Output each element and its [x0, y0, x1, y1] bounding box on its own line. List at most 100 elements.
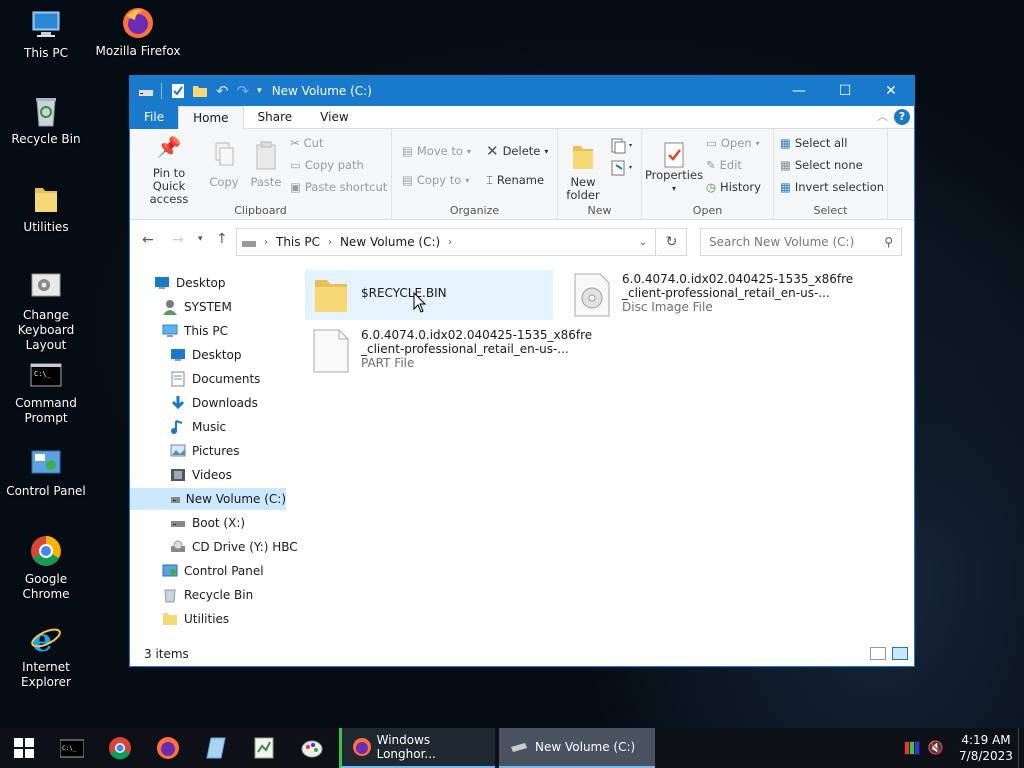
copy-button[interactable]: Copy [204, 141, 244, 189]
redo-icon[interactable]: ↷ [237, 82, 250, 100]
select-none-icon: ▦ [780, 158, 791, 172]
task-explorer-window[interactable]: New Volume (C:) [499, 728, 655, 768]
nav-item-utilities[interactable]: Utilities [162, 608, 229, 630]
keyboard-layout-icon [29, 270, 63, 304]
search-input[interactable]: Search New Volume (C:) [709, 235, 854, 249]
taskbar-chrome[interactable] [96, 728, 144, 768]
open-group: Properties ▾ ▭ Open ▾ ✎ Edit ◷ History Open [642, 129, 774, 220]
history-button[interactable]: ◷ History [706, 177, 761, 197]
title-bar[interactable]: ↶ ↷ ▾ New Volume (C:) — ☐ ✕ [130, 76, 914, 106]
address-bar[interactable]: › This PC › New Volume (C:) › ⌄ [236, 228, 656, 256]
collapse-ribbon-icon[interactable]: ︿ [877, 108, 888, 124]
back-button[interactable]: ← [142, 232, 154, 248]
details-view-button[interactable] [870, 647, 886, 660]
paste-button[interactable]: Paste [246, 141, 286, 189]
nav-item-this-pc[interactable]: This PC [162, 320, 228, 342]
desktop-icon-control-panel[interactable]: Control Panel [0, 446, 92, 499]
nav-item-cd-drive[interactable]: CD Drive (Y:) HBC [170, 536, 298, 558]
desktop-icon-keyboard-layout[interactable]: Change Keyboard Layout [0, 270, 92, 353]
nav-item-recycle-bin[interactable]: Recycle Bin [162, 584, 253, 606]
copy-to-icon: ▤ [402, 173, 413, 187]
properties-qat-icon[interactable] [170, 83, 186, 99]
nav-item-downloads[interactable]: Downloads [170, 392, 258, 414]
clock-date: 7/8/2023 [959, 749, 1013, 763]
nav-item-new-volume[interactable]: New Volume (C:) [130, 488, 286, 510]
show-desktop-button[interactable] [1018, 728, 1024, 768]
nav-item-boot[interactable]: Boot (X:) [170, 512, 245, 534]
copy-to-label: Copy to [416, 173, 462, 187]
pin-quick-access-button[interactable]: 📌 Pin to Quick access [136, 137, 202, 206]
color-profile-icon[interactable] [903, 741, 920, 755]
breadcrumb-new-volume[interactable]: New Volume (C:) [340, 235, 440, 249]
file-item-disc-image[interactable]: 6.0.4074.0.idx02.040425-1535_x86fre _cli… [566, 268, 866, 324]
copy-to-button[interactable]: ▤ Copy to ▾ [402, 170, 469, 190]
nav-item-documents[interactable]: Documents [170, 368, 260, 390]
nav-item-videos[interactable]: Videos [170, 464, 232, 486]
delete-button[interactable]: ✕ Delete ▾ [486, 141, 548, 161]
new-item-button[interactable] [608, 137, 636, 155]
start-button[interactable] [0, 728, 48, 768]
task-label: Windows Longhor... [376, 733, 436, 761]
volume-muted-icon[interactable]: 🔇 [928, 741, 944, 756]
tab-view[interactable]: View [306, 106, 362, 129]
forward-button[interactable]: → [172, 232, 184, 248]
undo-icon[interactable]: ↶ [216, 82, 229, 100]
chevron-down-icon: ▾ [755, 138, 760, 148]
nav-item-desktop-root[interactable]: Desktop [154, 272, 226, 294]
move-to-button[interactable]: ▤ Move to ▾ [402, 141, 471, 161]
new-folder-button[interactable]: New folder [562, 141, 604, 202]
clipboard-group: 📌 Pin to Quick access Copy Paste ✂ Cut ▭ C… [130, 129, 392, 220]
desktop-icon-firefox[interactable]: Mozilla Firefox [92, 6, 184, 59]
qat-dropdown-icon[interactable]: ▾ [257, 86, 262, 96]
rename-button[interactable]: ⌶ Rename [486, 170, 544, 190]
desktop-icon-this-pc[interactable]: This PC [0, 8, 92, 61]
address-dropdown-button[interactable]: ⌄ [639, 237, 647, 248]
taskbar-app-3[interactable] [288, 728, 336, 768]
close-button[interactable]: ✕ [868, 76, 914, 106]
help-button[interactable]: ? [894, 109, 910, 125]
desktop-icon-internet-explorer[interactable]: e Internet Explorer [0, 621, 92, 690]
open-button[interactable]: ▭ Open ▾ [706, 133, 760, 153]
paste-shortcut-button[interactable]: ▣ Paste shortcut [290, 177, 387, 197]
nav-item-desktop[interactable]: Desktop [170, 344, 242, 366]
desktop-icon-chrome[interactable]: Google Chrome [0, 534, 92, 602]
maximize-button[interactable]: ☐ [822, 76, 868, 106]
select-none-button[interactable]: ▦ Select none [780, 155, 863, 175]
refresh-button[interactable]: ↻ [657, 228, 687, 256]
easy-access-button[interactable] [608, 159, 636, 177]
nav-item-music[interactable]: Music [170, 416, 226, 438]
search-box[interactable]: Search New Volume (C:) ⚲ [700, 228, 902, 256]
tab-home[interactable]: Home [178, 105, 244, 130]
large-icons-view-button[interactable] [892, 647, 908, 660]
task-firefox-window[interactable]: Windows Longhor... [339, 728, 495, 768]
tab-share[interactable]: Share [244, 106, 307, 129]
breadcrumb-this-pc[interactable]: This PC [276, 235, 320, 249]
copy-path-button[interactable]: ▭ Copy path [290, 155, 364, 175]
nav-item-pictures[interactable]: Pictures [170, 440, 240, 462]
desktop-icon-utilities[interactable]: Utilities [0, 182, 92, 235]
desktop-icon-command-prompt[interactable]: C:\_ Command Prompt [0, 358, 92, 426]
invert-selection-button[interactable]: ▦ Invert selection [780, 177, 884, 197]
nav-item-system[interactable]: SYSTEM [162, 296, 232, 318]
select-all-button[interactable]: ▦ Select all [780, 133, 847, 153]
cut-button[interactable]: ✂ Cut [290, 133, 323, 153]
nav-item-control-panel[interactable]: Control Panel [162, 560, 264, 582]
edit-button[interactable]: ✎ Edit [706, 155, 742, 175]
minimize-button[interactable]: — [776, 76, 822, 106]
taskbar-firefox[interactable] [144, 728, 192, 768]
clock[interactable]: 4:19 AM 7/8/2023 [954, 732, 1018, 764]
open-icon: ▭ [706, 136, 717, 150]
properties-button[interactable]: Properties ▾ [644, 141, 704, 195]
new-folder-qat-icon[interactable] [192, 83, 208, 99]
up-button[interactable]: ↑ [216, 231, 228, 247]
file-item-part-file[interactable]: 6.0.4074.0.idx02.040425-1535_x86fre _cli… [305, 324, 605, 380]
taskbar-app-1[interactable] [192, 728, 240, 768]
open-group-label: Open [692, 204, 723, 217]
folder-icon [163, 613, 177, 625]
taskbar-app-2[interactable] [240, 728, 288, 768]
tab-file[interactable]: File [130, 105, 179, 129]
recent-locations-button[interactable]: ▾ [198, 234, 203, 244]
desktop-icon-recycle-bin[interactable]: Recycle Bin [0, 94, 92, 147]
taskbar-command-prompt[interactable]: C:\_ [48, 728, 96, 768]
file-item-recycle-bin[interactable]: $RECYCLE.BIN [305, 270, 553, 320]
